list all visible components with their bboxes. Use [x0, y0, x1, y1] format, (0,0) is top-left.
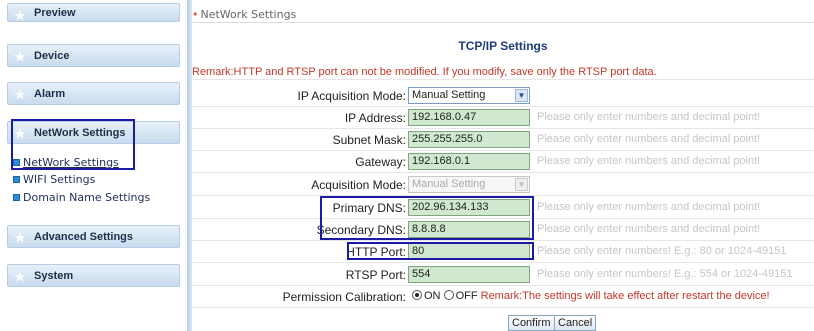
confirm-button[interactable]: Confirm [508, 315, 555, 331]
nav-advanced-settings[interactable]: ★ Advanced Settings [7, 225, 180, 248]
http-port-label: HTTP Port: [346, 245, 406, 259]
gateway-input[interactable]: 192.168.0.1 [408, 153, 530, 170]
cancel-button[interactable]: Cancel [554, 315, 597, 331]
chevron-down-icon: ▼ [515, 89, 528, 102]
permission-calibration-label: Permission Calibration: [282, 290, 406, 304]
row-acquisition-mode: Acquisition Mode: Manual Setting ▼ [192, 174, 814, 196]
radio-unselected-icon[interactable] [443, 290, 454, 300]
nav-alarm-label: Alarm [34, 87, 66, 100]
primary-dns-hint: Please only enter numbers and decimal po… [537, 201, 761, 213]
breadcrumb: • NetWork Settings [192, 8, 296, 21]
divider [192, 79, 814, 80]
sidebar-item-label: WIFI Settings [23, 172, 96, 186]
subnet-mask-label: Subnet Mask: [332, 133, 406, 147]
ip-acquisition-mode-select[interactable]: Manual Setting ▼ [408, 87, 530, 104]
http-port-hint: Please only enter numbers! E.g.: 80 or 1… [537, 245, 787, 257]
ip-mode-value: Manual Setting [412, 89, 486, 101]
secondary-dns-hint: Please only enter numbers and decimal po… [537, 223, 761, 235]
nav-preview[interactable]: ★ Preview [7, 3, 180, 23]
chevron-down-icon: ▼ [515, 178, 528, 191]
ip-mode-label: IP Acquisition Mode: [297, 89, 406, 103]
nav-device-label: Device [34, 49, 70, 62]
nav-device[interactable]: ★ Device [7, 44, 180, 67]
row-permission-calibration: Permission Calibration: ON OFF Remark:Th… [192, 286, 814, 308]
sidebar-item-domain-name-settings[interactable]: Domain Name Settings [13, 189, 150, 205]
remark-text: Remark:HTTP and RTSP port can not be mod… [192, 66, 657, 78]
breadcrumb-divider [192, 22, 814, 23]
sidebar-item-label: NetWork Settings [23, 155, 119, 169]
row-subnet-mask: Subnet Mask: 255.255.255.0 Please only e… [192, 129, 814, 151]
nav-system[interactable]: ★ System [7, 264, 180, 287]
row-ip-acquisition-mode: IP Acquisition Mode: Manual Setting ▼ [192, 85, 814, 107]
nav-network-settings[interactable]: ★ NetWork Settings [7, 121, 180, 144]
rtsp-port-label: RTSP Port: [345, 268, 406, 282]
sidebar-item-wifi-settings[interactable]: WIFI Settings [13, 171, 95, 187]
subnet-mask-input[interactable]: 255.255.255.0 [408, 131, 530, 148]
perm-on-label: ON [424, 290, 441, 302]
star-icon: ★ [14, 49, 26, 64]
nav-advanced-label: Advanced Settings [34, 230, 134, 243]
row-http-port: HTTP Port: 80 Please only enter numbers!… [192, 241, 814, 263]
square-bullet-icon [13, 193, 20, 201]
sidebar: ★ Preview ★ Device ★ Alarm ★ NetWork Set… [0, 0, 187, 331]
primary-dns-input[interactable]: 202.96.134.133 [408, 199, 530, 216]
star-icon: ★ [14, 126, 26, 141]
secondary-dns-label: Secondary DNS: [316, 223, 406, 237]
gateway-hint: Please only enter numbers and decimal po… [537, 155, 761, 167]
row-gateway: Gateway: 192.168.0.1 Please only enter n… [192, 151, 814, 173]
sidebar-item-label: Domain Name Settings [23, 190, 151, 204]
perm-off-option[interactable]: OFF [443, 290, 478, 302]
acquisition-mode-label: Acquisition Mode: [311, 178, 406, 192]
secondary-dns-input[interactable]: 8.8.8.8 [408, 221, 530, 238]
ip-address-hint: Please only enter numbers and decimal po… [537, 111, 761, 123]
http-port-input[interactable]: 80 [408, 243, 530, 260]
perm-on-option[interactable]: ON [412, 290, 441, 302]
nav-preview-label: Preview [34, 6, 76, 19]
nav-system-label: System [34, 269, 74, 282]
row-ip-address: IP Address: 192.168.0.47 Please only ent… [192, 107, 814, 129]
star-icon: ★ [14, 87, 26, 102]
star-icon: ★ [14, 230, 26, 245]
square-bullet-icon [13, 158, 20, 166]
ip-address-label: IP Address: [344, 111, 406, 125]
main-panel: • NetWork Settings TCP/IP Settings Remark… [192, 0, 814, 331]
bullet-icon: • [192, 8, 199, 21]
rtsp-port-hint: Please only enter numbers! E.g.: 554 or … [537, 268, 793, 280]
permission-calibration-options: ON OFF Remark:The settings will take eff… [412, 290, 770, 302]
breadcrumb-text: NetWork Settings [200, 8, 297, 21]
sidebar-item-network-settings[interactable]: NetWork Settings [13, 154, 119, 170]
radio-selected-icon[interactable] [412, 290, 422, 300]
row-rtsp-port: RTSP Port: 554 Please only enter numbers… [192, 264, 814, 286]
nav-alarm[interactable]: ★ Alarm [7, 82, 180, 105]
gateway-label: Gateway: [355, 155, 406, 169]
acquisition-mode-value: Manual Setting [412, 178, 486, 190]
star-icon: ★ [14, 8, 26, 23]
star-icon: ★ [14, 269, 26, 284]
square-bullet-icon [13, 175, 20, 183]
acquisition-mode-select: Manual Setting ▼ [408, 176, 530, 193]
section-title: TCP/IP Settings [458, 39, 548, 53]
row-secondary-dns: Secondary DNS: 8.8.8.8 Please only enter… [192, 219, 814, 241]
permission-remark: Remark:The settings will take effect aft… [480, 290, 770, 302]
ip-address-input[interactable]: 192.168.0.47 [408, 109, 530, 126]
nav-network-label: NetWork Settings [34, 126, 126, 139]
subnet-mask-hint: Please only enter numbers and decimal po… [537, 133, 761, 145]
perm-off-label: OFF [455, 290, 478, 302]
primary-dns-label: Primary DNS: [332, 201, 406, 215]
rtsp-port-input[interactable]: 554 [408, 266, 530, 283]
row-primary-dns: Primary DNS: 202.96.134.133 Please only … [192, 197, 814, 219]
